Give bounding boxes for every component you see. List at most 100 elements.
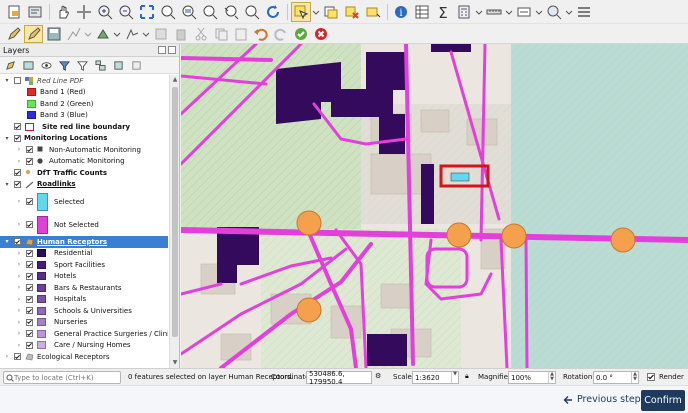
layer-row[interactable]: ▾ Human Receptors bbox=[0, 236, 168, 248]
cancel-x-icon[interactable] bbox=[311, 25, 330, 43]
expand-arrow-icon[interactable]: › bbox=[16, 330, 22, 337]
map-tips-icon[interactable] bbox=[544, 2, 564, 22]
expand-arrow-icon[interactable]: › bbox=[16, 158, 22, 165]
expand-arrow-icon[interactable]: › bbox=[16, 296, 22, 303]
chevron-down-icon[interactable] bbox=[565, 2, 573, 22]
layout-icon[interactable] bbox=[574, 2, 594, 22]
pan-to-selection-icon[interactable] bbox=[74, 2, 94, 22]
deselect-icon[interactable] bbox=[342, 2, 362, 22]
layer-visibility-checkbox[interactable] bbox=[26, 249, 33, 257]
render-checkbox[interactable] bbox=[647, 373, 655, 381]
layer-row[interactable]: › Bars & Restaurants bbox=[0, 282, 168, 294]
monitoring-marker[interactable] bbox=[446, 222, 472, 248]
scroll-thumb[interactable] bbox=[172, 87, 178, 337]
layer-visibility-checkbox[interactable] bbox=[26, 272, 33, 280]
zoom-full-icon[interactable] bbox=[137, 2, 157, 22]
expand-arrow-icon[interactable]: ▾ bbox=[4, 181, 10, 188]
expand-arrow-icon[interactable]: › bbox=[16, 342, 22, 349]
statistics-sigma-icon[interactable]: Σ bbox=[433, 2, 453, 22]
float-panel-icon[interactable] bbox=[158, 46, 166, 54]
select-feature-icon[interactable] bbox=[291, 1, 311, 22]
chevron-down-icon[interactable]: ▼ bbox=[451, 372, 458, 383]
field-calculator-icon[interactable] bbox=[454, 2, 474, 22]
scroll-up-icon[interactable]: ▲ bbox=[171, 76, 179, 84]
chevron-down-icon[interactable] bbox=[113, 25, 121, 43]
layer-row[interactable]: Band 1 (Red) bbox=[0, 87, 168, 99]
layer-visibility-checkbox[interactable] bbox=[26, 307, 33, 315]
layer-visibility-checkbox[interactable] bbox=[14, 238, 21, 246]
annotation-icon[interactable] bbox=[514, 2, 534, 22]
layer-row[interactable]: ▾ Red Line PDF bbox=[0, 75, 168, 87]
spin-icon[interactable]: ▲ ▼ bbox=[631, 372, 638, 383]
lock-icon[interactable]: 🔒︎ bbox=[465, 372, 469, 381]
layer-row[interactable]: › Schools & Universities bbox=[0, 305, 168, 317]
new-project-icon[interactable] bbox=[4, 2, 24, 22]
previous-step-button[interactable]: Previous step bbox=[563, 394, 641, 405]
paste-icon[interactable] bbox=[231, 25, 250, 43]
layer-row[interactable]: › Sport Facilities bbox=[0, 259, 168, 271]
expand-arrow-icon[interactable]: › bbox=[16, 273, 22, 280]
scroll-down-icon[interactable]: ▼ bbox=[171, 359, 179, 367]
expand-arrow-icon[interactable]: › bbox=[4, 353, 10, 360]
toggle-editing-icon[interactable] bbox=[24, 24, 43, 43]
layer-row[interactable]: › Non-Automatic Monitoring bbox=[0, 144, 168, 156]
remove-layer-icon[interactable] bbox=[129, 58, 144, 73]
monitoring-marker[interactable] bbox=[610, 227, 636, 253]
measure-icon[interactable] bbox=[484, 2, 504, 22]
zoom-native-icon[interactable] bbox=[200, 2, 220, 22]
locator-bar[interactable] bbox=[3, 371, 121, 384]
layer-visibility-checkbox[interactable] bbox=[14, 123, 21, 131]
layer-visibility-checkbox[interactable] bbox=[26, 146, 33, 154]
chevron-down-icon[interactable] bbox=[505, 2, 513, 22]
layer-row[interactable]: DfT Traffic Counts bbox=[0, 167, 168, 179]
layer-row[interactable]: › Hospitals bbox=[0, 294, 168, 306]
layer-row[interactable]: › General Practice Surgeries / Clinics bbox=[0, 328, 168, 340]
layer-row[interactable]: › Residential bbox=[0, 248, 168, 260]
chevron-down-icon[interactable] bbox=[312, 2, 320, 22]
zoom-selection-icon[interactable] bbox=[158, 2, 178, 22]
layer-visibility-checkbox[interactable] bbox=[26, 318, 33, 326]
layer-visibility-checkbox[interactable] bbox=[26, 284, 33, 292]
chevron-down-icon[interactable] bbox=[84, 25, 92, 43]
locator-input[interactable] bbox=[14, 373, 114, 382]
modify-attributes-icon[interactable] bbox=[151, 25, 170, 43]
layer-row[interactable]: ▾ Monitoring Locations bbox=[0, 133, 168, 145]
expand-arrow-icon[interactable]: › bbox=[16, 250, 22, 257]
undo-icon[interactable] bbox=[251, 25, 270, 43]
monitoring-marker[interactable] bbox=[501, 223, 527, 249]
expand-arrow-icon[interactable]: › bbox=[16, 307, 22, 314]
visibility-eye-icon[interactable] bbox=[39, 58, 54, 73]
select-by-expression-icon[interactable] bbox=[321, 2, 341, 22]
zoom-out-icon[interactable] bbox=[116, 2, 136, 22]
close-panel-icon[interactable] bbox=[168, 46, 176, 54]
identify-icon[interactable]: i bbox=[391, 2, 411, 22]
chevron-down-icon[interactable] bbox=[535, 2, 543, 22]
pan-hand-icon[interactable] bbox=[53, 2, 73, 22]
layer-visibility-checkbox[interactable] bbox=[26, 261, 33, 269]
magnifier-field[interactable]: 100% ▲ ▼ bbox=[508, 371, 556, 384]
expand-arrow-icon[interactable]: › bbox=[16, 221, 22, 228]
layer-visibility-checkbox[interactable] bbox=[14, 353, 21, 361]
layer-row[interactable]: › Ecological Receptors bbox=[0, 351, 168, 363]
expand-arrow-icon[interactable]: › bbox=[16, 261, 22, 268]
add-feature-icon[interactable] bbox=[64, 25, 83, 43]
redo-icon[interactable] bbox=[271, 25, 290, 43]
layer-visibility-checkbox[interactable] bbox=[26, 341, 33, 349]
expand-arrow-icon[interactable]: › bbox=[16, 198, 22, 205]
filter-expression-icon[interactable] bbox=[75, 58, 90, 73]
attribute-table-icon[interactable] bbox=[412, 2, 432, 22]
layer-row[interactable]: › Nurseries bbox=[0, 317, 168, 329]
open-project-icon[interactable] bbox=[25, 2, 45, 22]
map-canvas[interactable] bbox=[181, 44, 688, 368]
rotation-field[interactable]: 0.0 ° ▲ ▼ bbox=[593, 371, 639, 384]
layer-row[interactable]: Site red line boundary bbox=[0, 121, 168, 133]
layer-row[interactable]: › Hotels bbox=[0, 271, 168, 283]
expand-all-icon[interactable] bbox=[93, 58, 108, 73]
zoom-layer-icon[interactable] bbox=[179, 2, 199, 22]
coordinate-toggle-icon[interactable]: ⚙ bbox=[375, 372, 381, 380]
move-feature-icon[interactable] bbox=[122, 25, 141, 43]
select-location-icon[interactable] bbox=[363, 2, 383, 22]
expand-arrow-icon[interactable]: › bbox=[16, 319, 22, 326]
pencil-icon[interactable] bbox=[4, 25, 23, 43]
expand-arrow-icon[interactable]: ▾ bbox=[4, 135, 10, 142]
